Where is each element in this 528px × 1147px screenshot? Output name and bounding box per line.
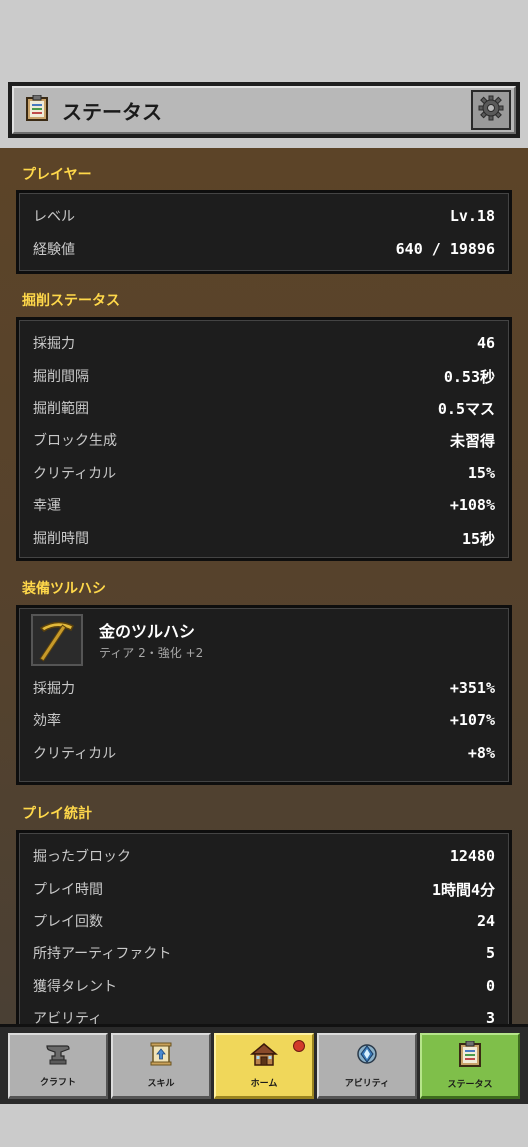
section-title-mining: 掘削ステータス — [22, 293, 120, 309]
stat-row: 掘削時間 15秒 — [33, 526, 495, 550]
stat-row: レベル Lv.18 — [33, 204, 495, 228]
stat-row: 幸運 +108% — [33, 493, 495, 517]
stat-value: +108% — [449, 496, 495, 514]
section-title-stats: プレイ統計 — [22, 806, 92, 822]
mining-panel: 採掘力 46 掘削間隔 0.53秒 掘削範囲 0.5マス ブロック生成 未習得 … — [16, 317, 512, 561]
page-header: ステータス — [8, 82, 520, 138]
header-bar: ステータス — [12, 86, 516, 134]
stat-label: プレイ時間 — [33, 882, 103, 898]
nav-label: アビリティ — [344, 1079, 390, 1089]
stat-label: クリティカル — [33, 746, 117, 762]
stat-row: 獲得タレント 0 — [33, 974, 495, 998]
nav-label: ホーム — [250, 1079, 278, 1089]
nav-status-button[interactable]: ステータス — [420, 1033, 520, 1099]
stat-label: 掘ったブロック — [33, 849, 131, 865]
nav-skill-button[interactable]: スキル — [111, 1033, 211, 1099]
stat-value: 0.53秒 — [443, 367, 495, 386]
stat-label: 経験値 — [33, 242, 75, 258]
stat-row: 所持アーティファクト 5 — [33, 941, 495, 965]
stat-row: クリティカル +8% — [33, 741, 495, 765]
settings-button[interactable] — [471, 90, 511, 130]
stat-row: クリティカル 15% — [33, 461, 495, 485]
player-panel: レベル Lv.18 経験値 640 / 19896 — [16, 190, 512, 274]
stat-row: 掘削範囲 0.5マス — [33, 396, 495, 420]
bottom-nav: クラフト スキル ホーム アビリティ ステータス — [0, 1024, 528, 1104]
stats-panel: 掘ったブロック 12480 プレイ時間 1時間4分 プレイ回数 24 所持アーテ… — [16, 830, 512, 1024]
clipboard-icon — [459, 1040, 481, 1071]
stat-row: 採掘力 +351% — [33, 676, 495, 700]
stat-value: 未習得 — [449, 431, 495, 450]
nav-label: クラフト — [39, 1078, 76, 1088]
stat-row: ブロック生成 未習得 — [33, 428, 495, 452]
nav-craft-button[interactable]: クラフト — [8, 1033, 108, 1099]
nav-label: スキル — [147, 1079, 175, 1089]
notification-badge — [293, 1040, 305, 1052]
stat-label: 所持アーティファクト — [33, 946, 172, 962]
status-scroll-area[interactable]: プレイヤー レベル Lv.18 経験値 640 / 19896 掘削ステータス … — [0, 148, 528, 1024]
stat-value: 640 / 19896 — [395, 240, 495, 258]
pickaxe-panel: 金のツルハシ ティア 2・強化 +2 採掘力 +351% 効率 +107% クリ… — [16, 605, 512, 785]
stat-label: レベル — [33, 209, 75, 225]
stat-value: +107% — [449, 711, 495, 729]
stat-label: 掘削時間 — [33, 531, 89, 547]
stat-row: 経験値 640 / 19896 — [33, 237, 495, 261]
stat-label: プレイ回数 — [33, 914, 103, 930]
stat-value: Lv.18 — [449, 207, 495, 225]
stat-row: 掘ったブロック 12480 — [33, 844, 495, 868]
stat-value: 24 — [476, 912, 495, 930]
stat-value: 3 — [485, 1009, 495, 1024]
stat-value: 1時間4分 — [431, 880, 495, 899]
stat-value: 46 — [476, 334, 495, 352]
stat-label: 掘削範囲 — [33, 401, 89, 417]
stat-value: 15% — [467, 464, 495, 482]
nav-home-button[interactable]: ホーム — [214, 1033, 314, 1099]
gold-pickaxe-icon — [31, 614, 83, 666]
page-title: ステータス — [62, 99, 162, 124]
clipboard-icon — [26, 94, 48, 125]
nav-ability-button[interactable]: アビリティ — [317, 1033, 417, 1099]
stat-value: +8% — [467, 744, 495, 762]
stat-label: 獲得タレント — [33, 979, 117, 995]
stat-value: 0.5マス — [437, 399, 495, 418]
stat-row: アビリティ 3 — [33, 1006, 495, 1024]
house-icon — [249, 1042, 279, 1070]
stat-value: 0 — [485, 977, 495, 995]
scroll-icon — [150, 1042, 172, 1070]
stat-label: クリティカル — [33, 466, 117, 482]
stat-row: プレイ時間 1時間4分 — [33, 877, 495, 901]
stat-row: 採掘力 46 — [33, 331, 495, 355]
section-title-pickaxe: 装備ツルハシ — [22, 581, 106, 597]
stat-row: 効率 +107% — [33, 708, 495, 732]
stat-label: 採掘力 — [33, 681, 75, 697]
stat-label: 採掘力 — [33, 336, 75, 352]
nav-label: ステータス — [447, 1080, 493, 1090]
bottom-safe-area — [0, 1104, 528, 1147]
stat-label: 幸運 — [33, 498, 61, 514]
pickaxe-name: 金のツルハシ — [99, 622, 196, 641]
stat-label: 掘削間隔 — [33, 369, 89, 385]
stat-label: ブロック生成 — [33, 433, 117, 449]
gear-icon — [478, 95, 504, 125]
gem-icon — [355, 1042, 379, 1070]
stat-value: 12480 — [449, 847, 495, 865]
section-title-player: プレイヤー — [22, 167, 92, 183]
stat-row: プレイ回数 24 — [33, 909, 495, 933]
stat-label: 効率 — [33, 713, 61, 729]
stat-value: 5 — [485, 944, 495, 962]
stat-row: 掘削間隔 0.53秒 — [33, 364, 495, 388]
pickaxe-tier: ティア 2・強化 +2 — [99, 646, 204, 660]
stat-label: アビリティ — [33, 1011, 103, 1024]
anvil-icon — [45, 1043, 71, 1069]
stat-value: +351% — [449, 679, 495, 697]
stat-value: 15秒 — [461, 529, 495, 548]
